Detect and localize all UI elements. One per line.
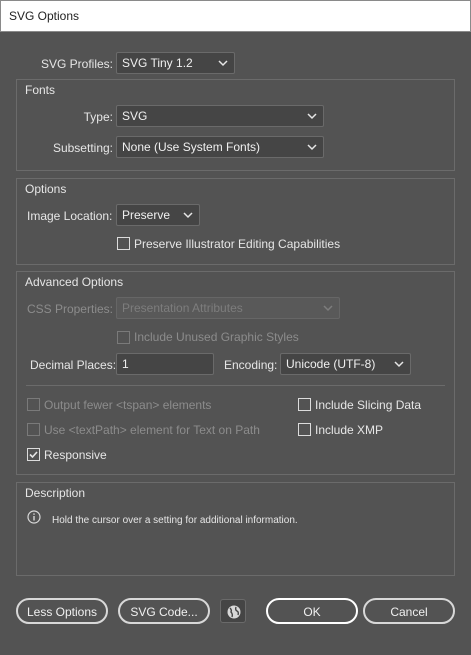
responsive-checkbox[interactable] [27, 448, 40, 461]
decimal-places-label: Decimal Places: [30, 358, 117, 372]
chevron-down-icon [183, 211, 193, 219]
chevron-down-icon [394, 360, 404, 368]
fonts-legend: Fonts [25, 83, 56, 97]
description-text: Hold the cursor over a setting for addit… [52, 515, 298, 526]
include-xmp-checkbox[interactable] [298, 423, 311, 436]
decimal-places-input[interactable]: 1 [116, 353, 214, 375]
subsetting-dropdown[interactable]: None (Use System Fonts) [116, 136, 324, 158]
image-location-label: Image Location: [27, 209, 113, 223]
fewer-tspan-checkbox[interactable] [27, 398, 40, 411]
textpath-checkbox[interactable] [27, 423, 40, 436]
chevron-down-icon [307, 143, 317, 151]
css-properties-dropdown[interactable]: Presentation Attributes [116, 297, 340, 319]
chevron-down-icon [323, 304, 333, 312]
advanced-options-legend: Advanced Options [25, 275, 124, 289]
font-type-label: Type: [83, 110, 113, 124]
encoding-dropdown[interactable]: Unicode (UTF-8) [280, 353, 411, 375]
svg-profiles-dropdown[interactable]: SVG Tiny 1.2 [116, 52, 235, 74]
cancel-button[interactable]: Cancel [363, 598, 455, 624]
checkmark-icon [29, 451, 38, 459]
subsetting-label: Subsetting: [52, 141, 113, 155]
chevron-down-icon [307, 112, 317, 120]
svg-profiles-label: SVG Profiles: [40, 57, 113, 71]
slicing-data-checkbox[interactable] [298, 398, 311, 411]
css-properties-label: CSS Properties: [26, 302, 113, 316]
encoding-value: Unicode (UTF-8) [286, 357, 376, 371]
divider [26, 385, 445, 386]
image-location-dropdown[interactable]: Preserve [116, 204, 200, 226]
textpath-label: Use <textPath> element for Text on Path [44, 423, 260, 437]
window-title: SVG Options [9, 9, 80, 23]
options-legend: Options [25, 182, 67, 196]
fewer-tspan-label: Output fewer <tspan> elements [44, 398, 212, 412]
preserve-editing-checkbox[interactable] [117, 237, 130, 250]
unused-styles-label: Include Unused Graphic Styles [134, 330, 299, 344]
preserve-editing-label: Preserve Illustrator Editing Capabilitie… [134, 237, 341, 251]
font-type-dropdown[interactable]: SVG [116, 105, 324, 127]
decimal-places-value: 1 [122, 357, 129, 371]
info-icon [27, 510, 41, 524]
svg-code-button[interactable]: SVG Code... [118, 598, 210, 624]
unused-styles-checkbox[interactable] [117, 331, 130, 344]
encoding-label: Encoding: [224, 358, 278, 372]
description-panel: Description [16, 482, 455, 576]
include-xmp-label: Include XMP [315, 423, 384, 437]
svg-profiles-value: SVG Tiny 1.2 [122, 56, 193, 70]
font-type-value: SVG [122, 109, 148, 123]
chevron-down-icon [218, 59, 228, 67]
slicing-data-label: Include Slicing Data [315, 398, 422, 412]
web-preview-button[interactable] [220, 599, 246, 623]
image-location-value: Preserve [122, 208, 171, 222]
less-options-button[interactable]: Less Options [16, 598, 108, 624]
description-legend: Description [25, 486, 86, 500]
responsive-label: Responsive [44, 448, 107, 462]
css-properties-value: Presentation Attributes [122, 301, 243, 315]
title-bar: SVG Options [0, 0, 471, 32]
ok-button[interactable]: OK [266, 598, 358, 624]
globe-icon [227, 605, 241, 619]
subsetting-value: None (Use System Fonts) [122, 140, 261, 154]
